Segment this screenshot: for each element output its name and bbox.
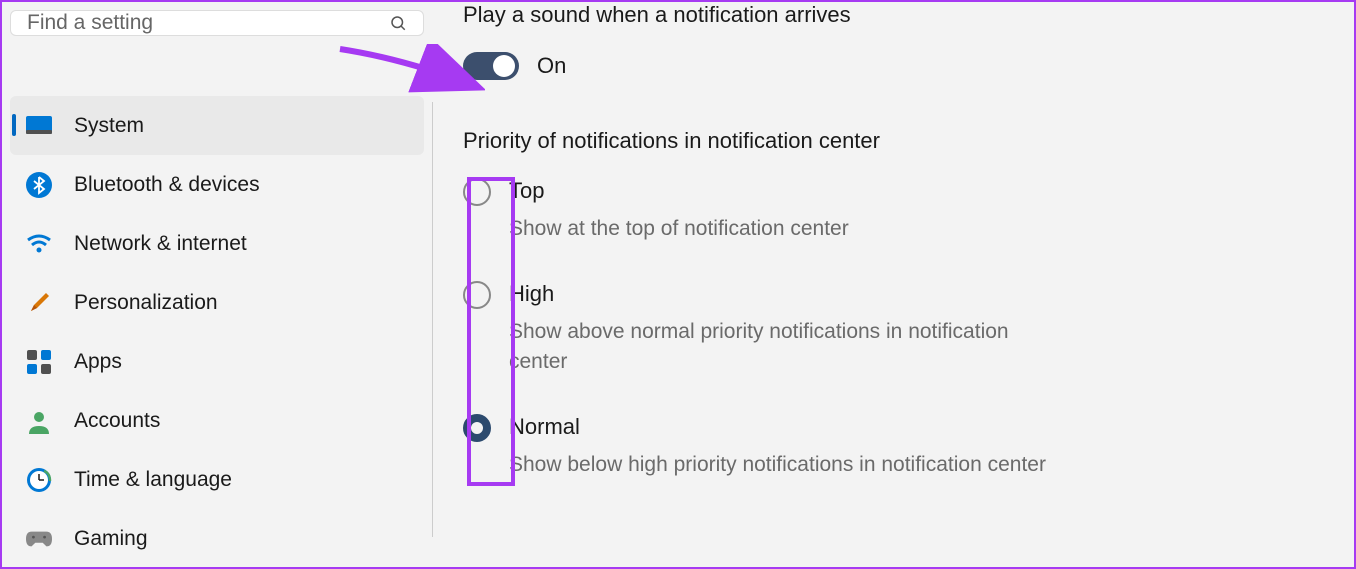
sidebar-item-system[interactable]: System (10, 96, 424, 155)
sidebar-item-time[interactable]: Time & language (10, 450, 424, 509)
sidebar-item-label: Accounts (74, 409, 160, 433)
radio-title: High (509, 281, 1069, 307)
sidebar-item-bluetooth[interactable]: Bluetooth & devices (10, 155, 424, 214)
radio-desc: Show at the top of notification center (509, 214, 849, 243)
radio-content: High Show above normal priority notifica… (509, 281, 1069, 376)
radio-top[interactable] (463, 178, 491, 206)
apps-icon (26, 349, 52, 375)
content-area: Play a sound when a notification arrives… (432, 102, 1354, 537)
sidebar-item-personalization[interactable]: Personalization (10, 273, 424, 332)
radio-title: Top (509, 178, 849, 204)
priority-option-high[interactable]: High Show above normal priority notifica… (463, 281, 1324, 376)
radio-content: Normal Show below high priority notifica… (509, 414, 1046, 479)
search-icon (389, 14, 407, 32)
radio-normal[interactable] (463, 414, 491, 442)
nav-list: System Bluetooth & devices Network & int… (10, 96, 424, 568)
priority-radio-group: Top Show at the top of notification cent… (463, 178, 1324, 480)
priority-option-normal[interactable]: Normal Show below high priority notifica… (463, 414, 1324, 479)
clock-icon (26, 467, 52, 493)
toggle-knob (493, 55, 515, 77)
sidebar-item-label: Time & language (74, 468, 232, 492)
sound-toggle-row: On (463, 52, 1324, 80)
sidebar-item-label: Bluetooth & devices (74, 173, 260, 197)
sound-toggle[interactable] (463, 52, 519, 80)
sidebar-item-label: Apps (74, 350, 122, 374)
sidebar-item-label: Gaming (74, 527, 148, 551)
radio-high[interactable] (463, 281, 491, 309)
sound-section-title: Play a sound when a notification arrives (463, 2, 1324, 28)
brush-icon (26, 290, 52, 316)
priority-option-top[interactable]: Top Show at the top of notification cent… (463, 178, 1324, 243)
sidebar-item-label: System (74, 114, 144, 138)
sidebar-item-label: Personalization (74, 291, 218, 315)
radio-title: Normal (509, 414, 1046, 440)
radio-content: Top Show at the top of notification cent… (509, 178, 849, 243)
account-icon (26, 408, 52, 434)
radio-desc: Show below high priority notifications i… (509, 450, 1046, 479)
radio-desc: Show above normal priority notifications… (509, 317, 1069, 376)
sidebar: Find a setting System Bluetooth & device… (2, 2, 432, 567)
gaming-icon (26, 526, 52, 552)
bluetooth-icon (26, 172, 52, 198)
search-input[interactable]: Find a setting (10, 10, 424, 36)
toggle-state-label: On (537, 53, 566, 79)
search-placeholder: Find a setting (27, 11, 389, 35)
wifi-icon (26, 231, 52, 257)
system-icon (26, 113, 52, 139)
sidebar-item-accounts[interactable]: Accounts (10, 391, 424, 450)
priority-section-title: Priority of notifications in notificatio… (463, 128, 1324, 154)
sidebar-item-apps[interactable]: Apps (10, 332, 424, 391)
sidebar-item-gaming[interactable]: Gaming (10, 509, 424, 568)
sidebar-item-network[interactable]: Network & internet (10, 214, 424, 273)
sidebar-item-label: Network & internet (74, 232, 247, 256)
